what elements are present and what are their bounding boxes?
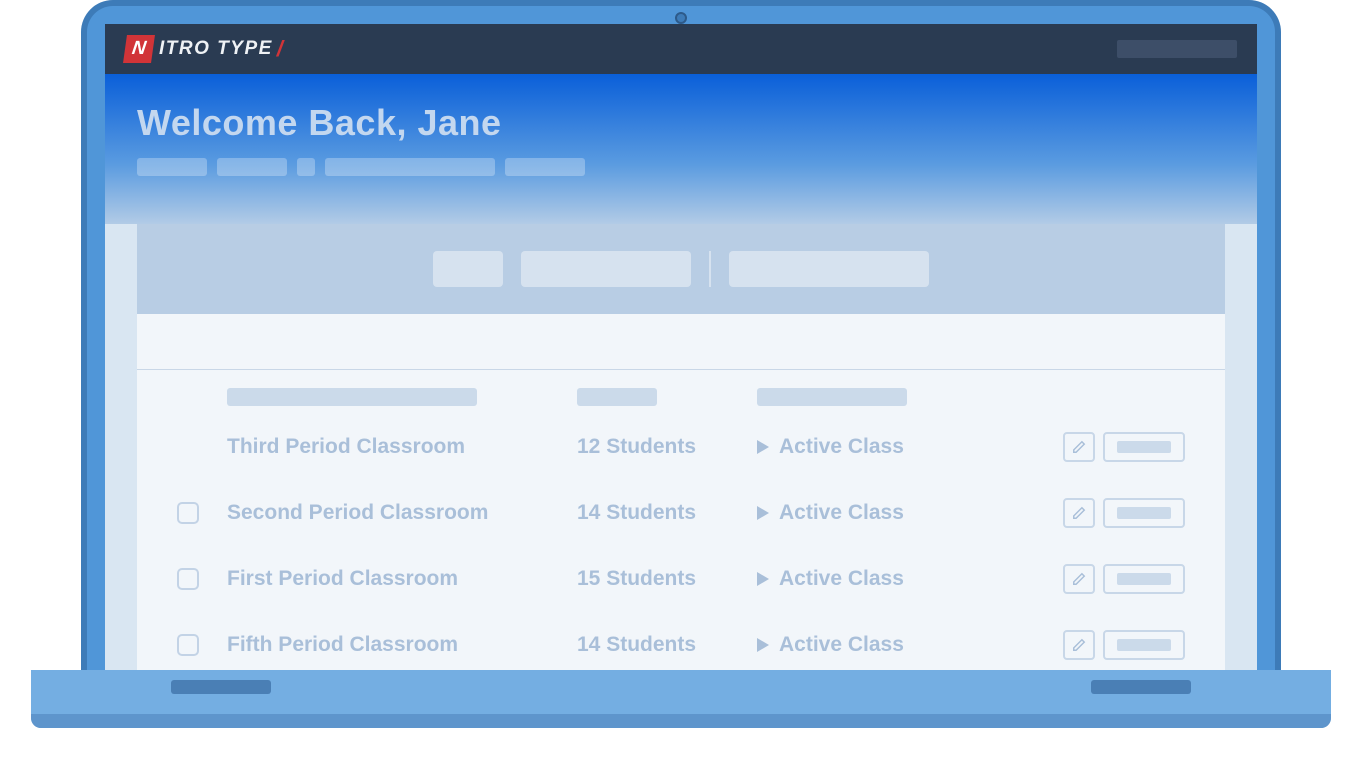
action-button-label-placeholder xyxy=(1117,639,1171,651)
class-status[interactable]: Active Class xyxy=(757,501,1063,525)
table-row: Fifth Period Classroom 14 Students Activ… xyxy=(137,612,1225,670)
hero-nav-item[interactable] xyxy=(217,158,287,176)
row-checkbox[interactable] xyxy=(177,502,199,524)
col-head-name xyxy=(227,388,477,406)
tabs-divider xyxy=(709,251,711,287)
logo-slash-icon: / xyxy=(277,36,283,62)
page-title: Welcome Back, Jane xyxy=(137,102,1225,144)
play-icon xyxy=(757,638,769,652)
status-label: Active Class xyxy=(779,435,904,459)
play-icon xyxy=(757,440,769,454)
edit-button[interactable] xyxy=(1063,564,1095,594)
status-label: Active Class xyxy=(779,633,904,657)
status-label: Active Class xyxy=(779,501,904,525)
topbar-right-placeholder[interactable] xyxy=(1117,40,1237,58)
action-button[interactable] xyxy=(1103,498,1185,528)
action-button-label-placeholder xyxy=(1117,441,1171,453)
row-actions xyxy=(1063,498,1185,528)
classroom-name[interactable]: Fifth Period Classroom xyxy=(227,633,577,657)
laptop-frame: N ITRO TYPE / Welcome Back, Jane xyxy=(31,0,1331,728)
play-icon xyxy=(757,506,769,520)
row-checkbox[interactable] xyxy=(177,634,199,656)
laptop-body: N ITRO TYPE / Welcome Back, Jane xyxy=(81,0,1281,670)
action-button-label-placeholder xyxy=(1117,573,1171,585)
camera-icon xyxy=(675,12,687,24)
laptop-vent xyxy=(1091,680,1191,694)
screen: N ITRO TYPE / Welcome Back, Jane xyxy=(105,24,1257,670)
pencil-icon xyxy=(1072,506,1086,520)
classroom-name[interactable]: Second Period Classroom xyxy=(227,501,577,525)
classroom-panel: Third Period Classroom 12 Students Activ… xyxy=(137,314,1225,670)
col-head-status xyxy=(757,388,907,406)
hero-nav-item[interactable] xyxy=(325,158,495,176)
edit-button[interactable] xyxy=(1063,432,1095,462)
pencil-icon xyxy=(1072,440,1086,454)
action-button-label-placeholder xyxy=(1117,507,1171,519)
subheader-tabs xyxy=(137,224,1225,314)
logo-text: ITRO TYPE xyxy=(159,38,273,60)
edit-button[interactable] xyxy=(1063,630,1095,660)
row-actions xyxy=(1063,432,1185,462)
student-count: 12 Students xyxy=(577,435,757,459)
tab-placeholder[interactable] xyxy=(729,251,929,287)
student-count: 15 Students xyxy=(577,567,757,591)
row-checkbox[interactable] xyxy=(177,568,199,590)
class-status[interactable]: Active Class xyxy=(757,567,1063,591)
classroom-name[interactable]: Third Period Classroom xyxy=(227,435,577,459)
topbar: N ITRO TYPE / xyxy=(105,24,1257,74)
action-button[interactable] xyxy=(1103,432,1185,462)
pencil-icon xyxy=(1072,572,1086,586)
edit-button[interactable] xyxy=(1063,498,1095,528)
laptop-base xyxy=(31,670,1331,728)
logo-n-icon: N xyxy=(123,35,155,63)
action-button[interactable] xyxy=(1103,564,1185,594)
panel-head-spacer xyxy=(137,314,1225,370)
action-button[interactable] xyxy=(1103,630,1185,660)
col-head-students xyxy=(577,388,657,406)
logo[interactable]: N ITRO TYPE / xyxy=(125,35,283,63)
class-status[interactable]: Active Class xyxy=(757,633,1063,657)
row-actions xyxy=(1063,630,1185,660)
hero-section: Welcome Back, Jane xyxy=(105,74,1257,224)
tab-placeholder[interactable] xyxy=(433,251,503,287)
hero-nav xyxy=(137,158,1225,176)
table-row: Second Period Classroom 14 Students Acti… xyxy=(137,480,1225,546)
column-headers xyxy=(137,370,1225,414)
pencil-icon xyxy=(1072,638,1086,652)
tab-placeholder[interactable] xyxy=(521,251,691,287)
student-count: 14 Students xyxy=(577,633,757,657)
status-label: Active Class xyxy=(779,567,904,591)
student-count: 14 Students xyxy=(577,501,757,525)
hero-nav-square-icon[interactable] xyxy=(297,158,315,176)
laptop-vent xyxy=(171,680,271,694)
hero-nav-item[interactable] xyxy=(137,158,207,176)
class-status[interactable]: Active Class xyxy=(757,435,1063,459)
hero-nav-item[interactable] xyxy=(505,158,585,176)
classroom-name[interactable]: First Period Classroom xyxy=(227,567,577,591)
table-row: First Period Classroom 15 Students Activ… xyxy=(137,546,1225,612)
play-icon xyxy=(757,572,769,586)
table-row: Third Period Classroom 12 Students Activ… xyxy=(137,414,1225,480)
row-actions xyxy=(1063,564,1185,594)
